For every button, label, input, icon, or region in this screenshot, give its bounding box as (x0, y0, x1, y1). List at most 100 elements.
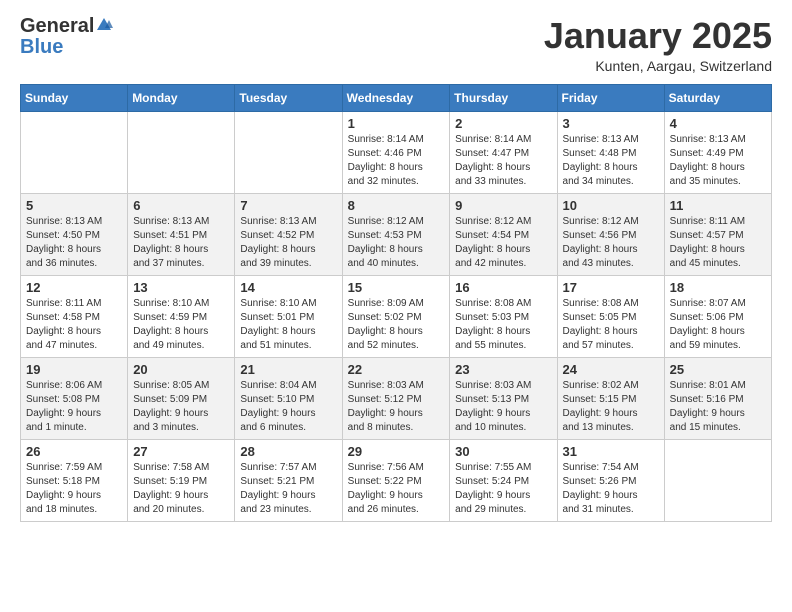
day-number: 20 (133, 362, 229, 377)
table-row: 13 Sunrise: 8:10 AMSunset: 4:59 PMDayligh… (128, 275, 235, 357)
day-number: 17 (563, 280, 659, 295)
logo-blue-text: Blue (20, 36, 63, 59)
table-row: 21 Sunrise: 8:04 AMSunset: 5:10 PMDayligh… (235, 357, 342, 439)
table-row: 23Sunrise: 8:03 AMSunset: 5:13 PMDayligh… (450, 357, 557, 439)
day-number: 11 (670, 198, 766, 213)
table-row: 17 Sunrise: 8:08 AMSunset: 5:05 PMDayligh… (557, 275, 664, 357)
day-number: 30 (455, 444, 551, 459)
day-info: Sunrise: 8:12 AMSunset: 4:53 PMDaylight:… (348, 215, 445, 271)
calendar-header-row: Sunday Monday Tuesday Wednesday Thursday… (21, 84, 772, 111)
day-number: 24 (563, 362, 659, 377)
day-info: Sunrise: 8:08 AMSunset: 5:03 PMDaylight:… (455, 297, 551, 353)
day-info: Sunrise: 8:10 AMSunset: 4:59 PMDaylight:… (133, 297, 229, 353)
day-info: Sunrise: 8:12 AMSunset: 4:56 PMDaylight:… (563, 215, 659, 271)
col-friday: Friday (557, 84, 664, 111)
day-number: 10 (563, 198, 659, 213)
day-info: Sunrise: 7:55 AMSunset: 5:24 PMDaylight:… (455, 461, 551, 517)
table-row (128, 111, 235, 193)
table-row: 22 Sunrise: 8:03 AMSunset: 5:12 PMDayligh… (342, 357, 450, 439)
day-info: Sunrise: 8:08 AMSunset: 5:05 PMDaylight:… (563, 297, 659, 353)
day-number: 5 (26, 198, 122, 213)
col-saturday: Saturday (664, 84, 771, 111)
table-row: 10 Sunrise: 8:12 AMSunset: 4:56 PMDayligh… (557, 193, 664, 275)
day-info: Sunrise: 8:05 AMSunset: 5:09 PMDaylight:… (133, 379, 229, 435)
day-number: 23 (455, 362, 551, 377)
table-row: 18Sunrise: 8:07 AMSunset: 5:06 PMDayligh… (664, 275, 771, 357)
day-info: Sunrise: 8:11 AMSunset: 4:57 PMDaylight:… (670, 215, 766, 271)
table-row: 24 Sunrise: 8:02 AMSunset: 5:15 PMDayligh… (557, 357, 664, 439)
day-number: 3 (563, 116, 659, 131)
table-row: 4Sunrise: 8:13 AMSunset: 4:49 PMDaylight… (664, 111, 771, 193)
day-info: Sunrise: 8:10 AMSunset: 5:01 PMDaylight:… (240, 297, 336, 353)
day-number: 1 (348, 116, 445, 131)
calendar-week-row: 26Sunrise: 7:59 AMSunset: 5:18 PMDayligh… (21, 439, 772, 521)
day-number: 7 (240, 198, 336, 213)
day-number: 16 (455, 280, 551, 295)
col-thursday: Thursday (450, 84, 557, 111)
table-row: 27 Sunrise: 7:58 AMSunset: 5:19 PMDayligh… (128, 439, 235, 521)
table-row (664, 439, 771, 521)
day-info: Sunrise: 8:02 AMSunset: 5:15 PMDaylight:… (563, 379, 659, 435)
logo-general-text: General (20, 16, 94, 36)
day-info: Sunrise: 7:56 AMSunset: 5:22 PMDaylight:… (348, 461, 445, 517)
day-info: Sunrise: 7:57 AMSunset: 5:21 PMDaylight:… (240, 461, 336, 517)
table-row: 8 Sunrise: 8:12 AMSunset: 4:53 PMDaylight… (342, 193, 450, 275)
table-row: 11 Sunrise: 8:11 AMSunset: 4:57 PMDayligh… (664, 193, 771, 275)
table-row: 1 Sunrise: 8:14 AMSunset: 4:46 PMDaylight… (342, 111, 450, 193)
table-row (235, 111, 342, 193)
col-tuesday: Tuesday (235, 84, 342, 111)
day-info: Sunrise: 8:01 AMSunset: 5:16 PMDaylight:… (670, 379, 766, 435)
day-number: 29 (348, 444, 445, 459)
col-wednesday: Wednesday (342, 84, 450, 111)
logo-icon (95, 16, 113, 34)
location: Kunten, Aargau, Switzerland (544, 58, 772, 74)
day-number: 8 (348, 198, 445, 213)
table-row: 5 Sunrise: 8:13 AMSunset: 4:50 PMDaylight… (21, 193, 128, 275)
calendar: Sunday Monday Tuesday Wednesday Thursday… (20, 84, 772, 522)
table-row: 15Sunrise: 8:09 AMSunset: 5:02 PMDayligh… (342, 275, 450, 357)
calendar-week-row: 1 Sunrise: 8:14 AMSunset: 4:46 PMDaylight… (21, 111, 772, 193)
table-row: 16 Sunrise: 8:08 AMSunset: 5:03 PMDayligh… (450, 275, 557, 357)
day-info: Sunrise: 8:11 AMSunset: 4:58 PMDaylight:… (26, 297, 122, 353)
col-monday: Monday (128, 84, 235, 111)
day-number: 6 (133, 198, 229, 213)
day-info: Sunrise: 7:58 AMSunset: 5:19 PMDaylight:… (133, 461, 229, 517)
table-row: 14 Sunrise: 8:10 AMSunset: 5:01 PMDayligh… (235, 275, 342, 357)
day-number: 4 (670, 116, 766, 131)
page: General Blue January 2025 Kunten, Aargau… (0, 0, 792, 612)
day-number: 28 (240, 444, 336, 459)
day-info: Sunrise: 8:04 AMSunset: 5:10 PMDaylight:… (240, 379, 336, 435)
day-number: 9 (455, 198, 551, 213)
month-title: January 2025 (544, 16, 772, 56)
day-info: Sunrise: 8:14 AMSunset: 4:47 PMDaylight:… (455, 133, 551, 189)
day-info: Sunrise: 8:13 AMSunset: 4:48 PMDaylight:… (563, 133, 659, 189)
day-number: 14 (240, 280, 336, 295)
table-row: 12Sunrise: 8:11 AMSunset: 4:58 PMDayligh… (21, 275, 128, 357)
table-row: 28 Sunrise: 7:57 AMSunset: 5:21 PMDayligh… (235, 439, 342, 521)
table-row: 25 Sunrise: 8:01 AMSunset: 5:16 PMDayligh… (664, 357, 771, 439)
day-number: 2 (455, 116, 551, 131)
day-number: 19 (26, 362, 122, 377)
day-info: Sunrise: 8:13 AMSunset: 4:50 PMDaylight:… (26, 215, 122, 271)
day-number: 13 (133, 280, 229, 295)
day-info: Sunrise: 8:14 AMSunset: 4:46 PMDaylight:… (348, 133, 445, 189)
table-row: 19Sunrise: 8:06 AMSunset: 5:08 PMDayligh… (21, 357, 128, 439)
col-sunday: Sunday (21, 84, 128, 111)
calendar-week-row: 12Sunrise: 8:11 AMSunset: 4:58 PMDayligh… (21, 275, 772, 357)
day-number: 27 (133, 444, 229, 459)
calendar-week-row: 5 Sunrise: 8:13 AMSunset: 4:50 PMDaylight… (21, 193, 772, 275)
day-number: 21 (240, 362, 336, 377)
day-info: Sunrise: 8:03 AMSunset: 5:12 PMDaylight:… (348, 379, 445, 435)
table-row: 2 Sunrise: 8:14 AMSunset: 4:47 PMDaylight… (450, 111, 557, 193)
table-row: 3 Sunrise: 8:13 AMSunset: 4:48 PMDaylight… (557, 111, 664, 193)
day-info: Sunrise: 8:12 AMSunset: 4:54 PMDaylight:… (455, 215, 551, 271)
day-number: 22 (348, 362, 445, 377)
table-row: 30 Sunrise: 7:55 AMSunset: 5:24 PMDayligh… (450, 439, 557, 521)
day-number: 25 (670, 362, 766, 377)
day-info: Sunrise: 7:59 AMSunset: 5:18 PMDaylight:… (26, 461, 122, 517)
header: General Blue January 2025 Kunten, Aargau… (20, 16, 772, 74)
day-number: 31 (563, 444, 659, 459)
day-info: Sunrise: 8:09 AMSunset: 5:02 PMDaylight:… (348, 297, 445, 353)
table-row: 26Sunrise: 7:59 AMSunset: 5:18 PMDayligh… (21, 439, 128, 521)
table-row (21, 111, 128, 193)
